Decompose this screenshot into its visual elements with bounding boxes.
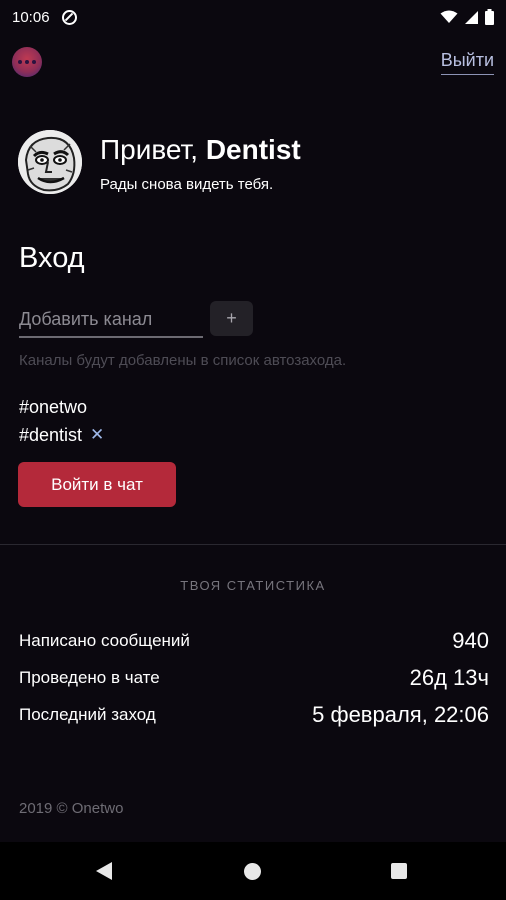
channel-hint: Каналы будут добавлены в список автозахо…	[19, 352, 347, 369]
stats-list: Написано сообщений 940 Проведено в чате …	[19, 622, 489, 733]
greeting-subtitle: Рады снова видеть тебя.	[100, 176, 274, 193]
greeting-username: Dentist	[205, 134, 301, 165]
home-icon[interactable]	[244, 863, 261, 880]
top-bar: Выйти	[0, 42, 506, 82]
join-chat-button[interactable]: Войти в чат	[18, 462, 176, 507]
channel-item: #onetwo	[19, 393, 104, 421]
greeting-hello: Привет,	[100, 134, 199, 165]
back-icon[interactable]	[96, 862, 112, 880]
system-nav-bar	[0, 842, 506, 900]
channel-item: #dentist ✕	[19, 421, 104, 449]
logout-link[interactable]: Выйти	[440, 50, 494, 75]
stat-label: Последний заход	[19, 704, 156, 724]
login-heading: Вход	[19, 242, 85, 274]
status-bar: 10:06	[0, 0, 506, 34]
status-icons	[440, 9, 494, 25]
greeting: Привет, Dentist Рады снова видеть тебя.	[18, 130, 488, 198]
remove-channel-icon[interactable]: ✕	[90, 425, 104, 445]
dnd-icon	[61, 9, 77, 25]
channel-list: #onetwo #dentist ✕	[19, 393, 104, 449]
stat-value: 26д 13ч	[409, 664, 489, 690]
stat-value: 940	[452, 627, 489, 653]
channel-name: #onetwo	[19, 396, 88, 417]
channel-name: #dentist	[19, 424, 83, 445]
avatar-face-icon	[18, 130, 82, 194]
wifi-icon	[440, 10, 458, 23]
stat-row: Проведено в чате 26д 13ч	[19, 659, 489, 696]
channel-input-wrapper	[19, 303, 203, 338]
stat-row: Написано сообщений 940	[19, 622, 489, 659]
footer-copyright: 2019 © Onetwo	[19, 800, 124, 817]
battery-icon	[485, 9, 494, 25]
stat-label: Написано сообщений	[19, 630, 190, 650]
stat-row: Последний заход 5 февраля, 22:06	[19, 696, 489, 733]
app-logo-icon[interactable]	[12, 47, 42, 77]
stats-title: ТВОЯ СТАТИСТИКА	[180, 578, 326, 593]
stat-value: 5 февраля, 22:06	[312, 701, 489, 727]
add-channel-button[interactable]: +	[210, 301, 253, 336]
signal-icon	[465, 10, 478, 24]
avatar	[18, 130, 82, 194]
stat-label: Проведено в чате	[19, 667, 160, 687]
divider	[0, 544, 506, 545]
status-time: 10:06	[12, 8, 50, 26]
recents-icon[interactable]	[391, 863, 407, 879]
greeting-title: Привет, Dentist	[100, 134, 301, 166]
add-channel-input[interactable]	[19, 303, 203, 336]
